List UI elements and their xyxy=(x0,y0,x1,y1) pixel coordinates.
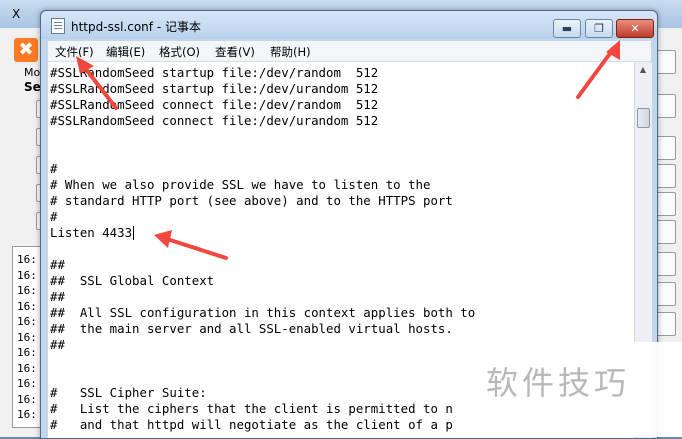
editor-line: #SSLRandomSeed connect file:/dev/random … xyxy=(50,97,379,112)
xampp-logo-icon: ✖ xyxy=(14,38,38,62)
side-button[interactable] xyxy=(656,282,676,306)
editor-line: ## the main server and all SSL-enabled v… xyxy=(50,321,453,336)
editor-line: # When we also provide SSL we have to li… xyxy=(50,177,431,192)
side-button[interactable] xyxy=(656,252,676,276)
log-line: 16: xyxy=(17,361,37,375)
side-button[interactable] xyxy=(656,220,676,244)
menu-file[interactable]: 文件(F) xyxy=(55,44,94,60)
log-line: 16: xyxy=(17,330,37,344)
log-line: 16: xyxy=(17,377,37,390)
log-line: 16: xyxy=(17,284,37,297)
editor-line: Listen 4433 xyxy=(50,225,133,240)
editor-line: #SSLRandomSeed connect file:/dev/urandom… xyxy=(50,113,379,128)
background-title-text: X xyxy=(12,7,21,21)
side-button[interactable] xyxy=(656,94,676,118)
editor-line: ## xyxy=(50,257,65,272)
log-line: 16: xyxy=(17,253,37,266)
editor-line: ## All SSL configuration in this context… xyxy=(50,305,476,320)
side-button[interactable] xyxy=(656,136,676,160)
modules-label: Mo xyxy=(24,66,41,79)
close-button[interactable]: ✕ xyxy=(616,19,654,38)
window-title-bar[interactable]: httpd-ssl.conf - 记事本 ▬ ❐ ✕ xyxy=(41,11,657,39)
side-button[interactable] xyxy=(656,312,676,336)
editor-line: ## SSL Global Context xyxy=(50,273,215,288)
watermark-overlay: 软件技巧 xyxy=(478,342,682,437)
log-line: 16: xyxy=(17,346,37,359)
log-line: 16: xyxy=(17,392,37,406)
minimize-button[interactable]: ▬ xyxy=(553,19,581,38)
editor-line: ## xyxy=(50,289,65,304)
side-button[interactable] xyxy=(656,192,676,216)
menu-view[interactable]: 查看(V) xyxy=(215,44,255,60)
editor-line: # xyxy=(50,161,58,176)
editor-line: # xyxy=(50,209,58,224)
notepad-icon xyxy=(51,18,65,34)
log-line: 16: xyxy=(17,299,37,313)
editor-line: #SSLRandomSeed startup file:/dev/urandom… xyxy=(50,81,379,96)
side-button[interactable] xyxy=(656,164,676,188)
scroll-up-arrow-icon[interactable]: ▲ xyxy=(637,64,649,76)
text-caret xyxy=(133,226,134,240)
log-line: 16: xyxy=(17,315,37,328)
menu-bar: 文件(F) 编辑(E) 格式(O) 查看(V) 帮助(H) xyxy=(48,41,651,62)
editor-line: # List the ciphers that the client is pe… xyxy=(50,401,453,416)
maximize-button[interactable]: ❐ xyxy=(585,19,613,38)
editor-line: #SSLRandomSeed startup file:/dev/random … xyxy=(50,65,379,80)
watermark-text: 软件技巧 xyxy=(486,364,631,402)
scrollbar-thumb[interactable] xyxy=(637,108,650,128)
menu-edit[interactable]: 编辑(E) xyxy=(106,44,145,60)
editor-line: # standard HTTP port (see above) and to … xyxy=(50,193,453,208)
menu-help[interactable]: 帮助(H) xyxy=(270,44,311,60)
editor-line: # SSL Cipher Suite: xyxy=(50,385,207,400)
editor-line: # and that httpd will negotiate as the c… xyxy=(50,417,453,432)
menu-format[interactable]: 格式(O) xyxy=(159,44,200,60)
window-title: httpd-ssl.conf - 记事本 xyxy=(71,20,201,34)
log-line: 16: xyxy=(17,268,37,282)
editor-line: ## xyxy=(50,337,65,352)
log-line: 16: xyxy=(17,408,37,421)
side-button[interactable] xyxy=(656,50,676,74)
